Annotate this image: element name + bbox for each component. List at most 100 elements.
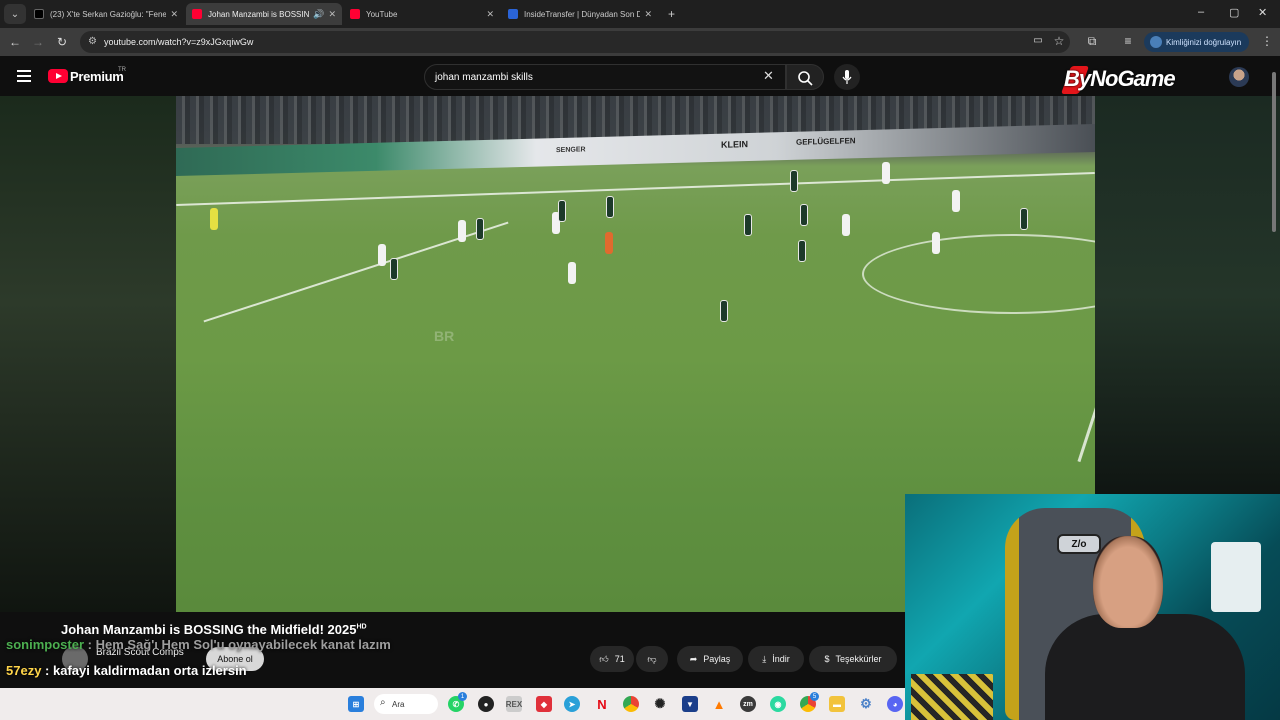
voice-search-button[interactable]	[834, 64, 860, 90]
player	[798, 240, 806, 262]
region-code: TR	[118, 67, 126, 73]
notification-badge: 1	[458, 692, 467, 701]
taskbar-search[interactable]: Ara	[374, 694, 438, 714]
player	[606, 196, 614, 218]
player	[476, 218, 484, 240]
minimize-button[interactable]: –	[1198, 6, 1204, 18]
download-button[interactable]: ⤓ İndir	[748, 646, 804, 672]
close-icon[interactable]: ✕	[486, 9, 494, 20]
netflix-icon[interactable]: N	[594, 696, 610, 712]
chrome-icon[interactable]	[623, 696, 639, 712]
windows-icon[interactable]: ⊞	[348, 696, 364, 712]
like-button[interactable]: 👍︎ 71	[590, 646, 634, 672]
zoom-icon[interactable]: zm	[740, 696, 756, 712]
player	[800, 204, 808, 226]
app2-icon[interactable]: ◉	[770, 696, 786, 712]
new-tab-button[interactable]: +	[662, 3, 680, 25]
cast-icon[interactable]: ▭	[1030, 35, 1046, 46]
notification-badge: 5	[810, 692, 819, 701]
player	[720, 300, 728, 322]
chat-message: sonimposter : Hem Sağ'ı Hem Sol'u oynaya…	[6, 637, 391, 652]
url-text: youtube.com/watch?v=z9xJGxqiwGw	[104, 37, 254, 47]
youtube-logo-icon[interactable]	[48, 69, 68, 83]
hd-badge: HD	[356, 623, 367, 631]
maximize-button[interactable]: ▢	[1229, 6, 1239, 19]
referee	[605, 232, 613, 254]
vpn-icon[interactable]: ▼	[682, 696, 698, 712]
tab-youtube[interactable]: YouTube ✕	[344, 3, 500, 25]
close-window-button[interactable]: ✕	[1258, 6, 1267, 19]
chat-message: 57ezy : kafayi kaldirmadan orta izlersin	[6, 663, 247, 678]
store-icon[interactable]: ◆	[536, 696, 552, 712]
verify-identity-button[interactable]: Kimliğinizi doğrulayın	[1144, 32, 1250, 52]
clear-search-icon[interactable]: ✕	[763, 68, 774, 84]
tab-search-button[interactable]: ⌄	[4, 4, 26, 24]
player	[390, 258, 398, 280]
chair-logo: Z/o	[1057, 534, 1101, 554]
ad-board-text: KLEIN	[721, 139, 748, 150]
reload-icon[interactable]: ↻	[54, 35, 70, 49]
video-watermark: BR	[434, 328, 455, 344]
tab-title: InsideTransfer | Dünyadan Son D	[524, 9, 641, 19]
tab-x[interactable]: (23) X'te Serkan Gazioğlu: "Fenerb ✕	[28, 3, 184, 25]
close-icon[interactable]: ✕	[328, 9, 336, 20]
extensions-icon[interactable]: ⧉	[1084, 34, 1100, 49]
chat-text: : kafayi kaldirmadan orta izlersin	[45, 663, 247, 678]
poster	[911, 674, 993, 720]
youtube-premium-logo[interactable]: Premium	[70, 69, 124, 84]
goalkeeper	[210, 208, 218, 230]
chat-username: sonimposter	[6, 637, 85, 652]
ambient-right	[1095, 96, 1280, 496]
url-field[interactable]: ⚙ youtube.com/watch?v=z9xJGxqiwGw	[80, 31, 1070, 53]
telegram-icon[interactable]: ➤	[564, 696, 580, 712]
close-icon[interactable]: ✕	[644, 9, 652, 20]
thanks-icon: $	[824, 654, 830, 664]
speaker-icon[interactable]: 🔊	[313, 9, 324, 20]
back-icon[interactable]: ←	[7, 35, 23, 49]
tab-youtube-video[interactable]: Johan Manzambi is BOSSING 🔊 ✕	[186, 3, 342, 25]
page-scrollbar[interactable]	[1272, 72, 1276, 232]
explorer-icon[interactable]: ▬	[829, 696, 845, 712]
share-button[interactable]: ➦ Paylaş	[677, 646, 743, 672]
close-icon[interactable]: ✕	[170, 9, 178, 20]
ambient-left	[0, 96, 176, 612]
settings-icon[interactable]: ⚙	[858, 696, 874, 712]
chat-text: : Hem Sağ'ı Hem Sol'u oynayabilecek kana…	[87, 637, 391, 652]
microphone-icon	[842, 70, 852, 84]
openai-icon[interactable]: ✺	[652, 696, 668, 712]
tab-title: (23) X'te Serkan Gazioğlu: "Fenerb	[50, 9, 167, 19]
share-icon: ➦	[689, 653, 698, 664]
player	[932, 232, 940, 254]
dislike-button[interactable]: 👎︎	[636, 646, 668, 672]
ad-board-text: SENGER	[556, 146, 586, 155]
thanks-label: Teşekkürler	[835, 654, 882, 664]
center-circle	[862, 234, 1095, 314]
reading-list-icon[interactable]: ≡	[1120, 34, 1136, 48]
streamer-body	[1045, 614, 1245, 720]
search-icon	[798, 71, 813, 86]
player	[378, 244, 386, 266]
search-input[interactable]: johan manzambi skills	[424, 64, 786, 90]
tab-insidetransfer[interactable]: InsideTransfer | Dünyadan Son D ✕	[502, 3, 658, 25]
player	[558, 200, 566, 222]
player	[1020, 208, 1028, 230]
youtube-icon	[192, 9, 202, 19]
avatar[interactable]	[1229, 67, 1249, 87]
discord-icon[interactable]: ◕	[887, 696, 903, 712]
rex-icon[interactable]: REX	[506, 696, 522, 712]
site-info-icon[interactable]: ⚙	[88, 36, 97, 47]
verify-label: Kimliğinizi doğrulayın	[1166, 37, 1242, 47]
bookmark-star-icon[interactable]: ☆	[1051, 34, 1067, 48]
tab-title: YouTube	[366, 9, 398, 19]
thanks-button[interactable]: $ Teşekkürler	[809, 646, 897, 672]
player	[842, 214, 850, 236]
profile-icon	[1150, 36, 1162, 48]
search-button[interactable]	[786, 64, 824, 90]
app-icon[interactable]: ●	[478, 696, 494, 712]
more-menu-icon[interactable]: ⋮	[1259, 34, 1275, 48]
forward-icon[interactable]: →	[30, 35, 46, 49]
insidetransfer-icon	[508, 9, 518, 19]
x-icon	[34, 9, 44, 19]
menu-icon[interactable]	[17, 70, 31, 82]
vlc-icon[interactable]: ▲	[711, 696, 727, 712]
